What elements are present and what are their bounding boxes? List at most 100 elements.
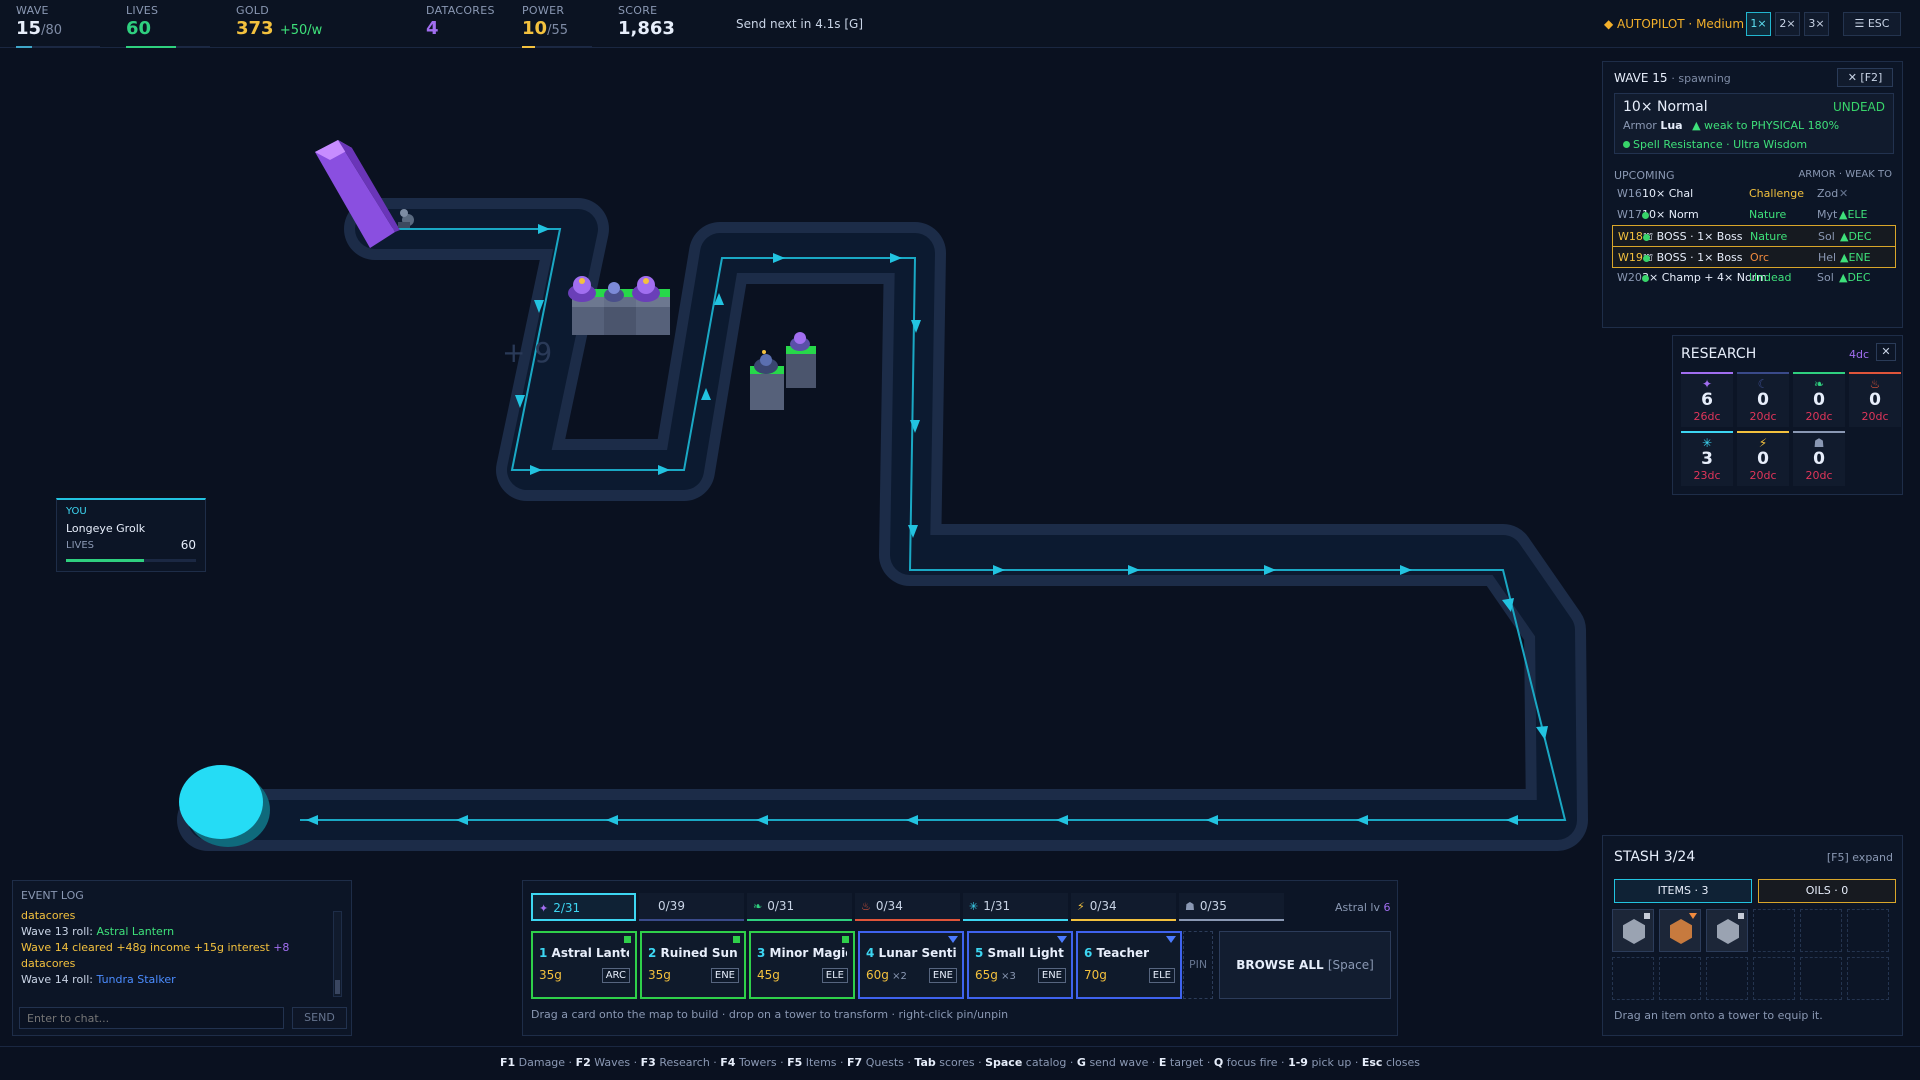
tower-card-hotkey: 2 (648, 946, 657, 960)
leaf-icon: ❧ (1813, 377, 1825, 391)
armor-value: Lua (1660, 119, 1683, 132)
research-item[interactable]: ✦ 6 26dc (1681, 372, 1733, 427)
stash-empty-slot[interactable] (1753, 909, 1795, 952)
research-item[interactable]: ❧ 0 20dc (1793, 372, 1845, 427)
hotkey-key: F7 (847, 1056, 863, 1069)
build-category-tab[interactable]: 0/39 (639, 893, 744, 921)
tower-card[interactable]: 6 Teacher 70g ELE (1076, 931, 1182, 999)
tower-card-multiplier: ×3 (997, 971, 1016, 982)
upcoming-wave-number: W19 (1618, 251, 1643, 264)
event-log-line: Wave 14 roll: Tundra Stalker (21, 972, 331, 988)
player-lives-label: LIVES (66, 540, 95, 551)
event-log-text: Wave 13 roll: (21, 925, 97, 938)
stash-items-tab[interactable]: ITEMS · 3 (1614, 879, 1752, 903)
hotkey-action: Items (805, 1056, 837, 1069)
send-next-timer[interactable]: Send next in 4.1s [G] (736, 17, 863, 31)
hotkey-key: F5 (787, 1056, 803, 1069)
speed-1x-button[interactable]: 1× (1746, 12, 1771, 36)
research-datacores: 4dc (1849, 348, 1870, 361)
stash-oils-tab[interactable]: OILS · 0 (1758, 879, 1896, 903)
research-item[interactable]: ⚡ 0 20dc (1737, 431, 1789, 486)
stash-item-slot[interactable] (1659, 909, 1701, 952)
tower-card[interactable]: 3 Minor Magic 45g ELE (749, 931, 855, 999)
item-gem-icon (1717, 919, 1739, 944)
research-item[interactable]: ☾ 0 20dc (1737, 372, 1789, 427)
speed-3x-button[interactable]: 3× (1804, 12, 1829, 36)
event-log-line: Wave 13 roll: Astral Lantern (21, 924, 331, 940)
current-wave-traits: Spell Resistance · Ultra Wisdom (1623, 138, 1807, 151)
score-stat: SCORE 1,863 (618, 4, 675, 39)
build-category-tab[interactable]: ⚡ 0/34 (1071, 893, 1176, 921)
player-lives-value: 60 (180, 538, 196, 552)
hotkey-hint: G send wave (1077, 1056, 1149, 1069)
tower-card-cost: 70g (1084, 968, 1107, 982)
research-cost: 20dc (1805, 469, 1833, 482)
upcoming-wave-row[interactable]: W18 ⛫ BOSS · 1× Boss Nature Sol ▲DEC (1612, 225, 1896, 247)
upcoming-wave-number: W17 (1617, 208, 1642, 221)
tower-card-cost: 65g (975, 968, 998, 982)
astral-level: Astral lv 6 (1335, 901, 1390, 914)
tower-card[interactable]: 1 Astral Lantern 35g ARC (531, 931, 637, 999)
stash-item-slot[interactable] (1612, 909, 1654, 952)
stash-empty-slot[interactable] (1753, 957, 1795, 1000)
build-category-tab[interactable]: ✳ 1/31 (963, 893, 1068, 921)
anvil-icon: ☗ (1813, 436, 1825, 450)
upcoming-wave-armor: Hel (1818, 251, 1837, 264)
build-category-tab[interactable]: ☗ 0/35 (1179, 893, 1284, 921)
event-log-scrollbar[interactable] (333, 911, 342, 997)
trait-dot-icon (1623, 141, 1630, 148)
stash-item-slot[interactable] (1706, 909, 1748, 952)
hotkey-action: Damage (518, 1056, 566, 1069)
hotkey-action: focus fire (1226, 1056, 1278, 1069)
speed-2x-button[interactable]: 2× (1775, 12, 1800, 36)
menu-button[interactable]: ☰ ESC (1843, 12, 1901, 36)
tower-card[interactable]: 5 Small Light 65g ×3 ENE (967, 931, 1073, 999)
stash-empty-slot[interactable] (1659, 957, 1701, 1000)
tower-card-hotkey: 3 (757, 946, 766, 960)
tower-card-cost: 45g (757, 968, 780, 982)
stash-empty-slot[interactable] (1847, 957, 1889, 1000)
pin-slot[interactable]: PIN (1183, 931, 1213, 999)
hotkey-action: pick up (1311, 1056, 1352, 1069)
tower-card-type: ARC (601, 968, 630, 983)
upcoming-wave-row[interactable]: W17 10× Norm Nature Myt ▲ELE (1612, 204, 1896, 226)
current-wave-type: UNDEAD (1832, 100, 1885, 114)
build-category-tab[interactable]: ♨ 0/34 (855, 893, 960, 921)
upcoming-wave-row[interactable]: W16 10× Chal Challenge Zod ✕ (1612, 183, 1896, 205)
autopilot-toggle[interactable]: ◆ AUTOPILOT · Medium (1604, 17, 1744, 31)
tower-group-1[interactable] (568, 276, 670, 335)
tower-card-name: 5 Small Light (975, 946, 1065, 960)
upcoming-wave-row[interactable]: W20 3× Champ + 4× Norm Undead Sol ▲DEC (1612, 267, 1896, 289)
stash-empty-slot[interactable] (1800, 909, 1842, 952)
tower-card-price: 70g (1084, 968, 1107, 982)
stash-expand-button[interactable]: [F5] expand (1827, 851, 1893, 864)
event-log-line: datacores (21, 956, 331, 972)
stash-empty-slot[interactable] (1800, 957, 1842, 1000)
chat-send-button[interactable]: SEND (292, 1007, 347, 1029)
wave-panel-title: WAVE 15 (1614, 71, 1668, 85)
stash-empty-slot[interactable] (1847, 909, 1889, 952)
hotkey-key: F1 (499, 1056, 516, 1069)
research-item[interactable]: ♨ 0 20dc (1849, 372, 1901, 427)
build-category-tab[interactable]: ❧ 0/31 (747, 893, 852, 921)
stash-empty-slot[interactable] (1612, 957, 1654, 1000)
stash-empty-slot[interactable] (1706, 957, 1748, 1000)
event-log: EVENT LOG datacores Wave 13 roll: Astral … (12, 880, 352, 1036)
research-item[interactable]: ☗ 0 20dc (1793, 431, 1845, 486)
chat-input[interactable] (19, 1007, 284, 1029)
research-item[interactable]: ✳ 3 23dc (1681, 431, 1733, 486)
tower-card[interactable]: 2 Ruined Sun 35g ENE (640, 931, 746, 999)
upcoming-wave-name: ⛫ BOSS · 1× Boss (1643, 230, 1743, 245)
tower-card-hotkey: 5 (975, 946, 984, 960)
tower-group-2[interactable] (750, 332, 816, 410)
build-tab-count: 1/31 (983, 899, 1011, 913)
research-close-button[interactable]: ✕ (1876, 343, 1896, 361)
hotkey-action: closes (1385, 1056, 1421, 1069)
browse-all-button[interactable]: BROWSE ALL [Space] (1219, 931, 1391, 999)
upcoming-wave-row[interactable]: W19 ⛫ BOSS · 1× Boss Orc Hel ▲ENE (1612, 246, 1896, 268)
wave-panel-close-button[interactable]: ✕ [F2] (1837, 68, 1893, 87)
tower-card[interactable]: 4 Lunar Sentinel 60g ×2 ENE (858, 931, 964, 999)
build-category-tab[interactable]: ✦ 2/31 (531, 893, 636, 921)
rarity-triangle-icon (1057, 936, 1067, 943)
upcoming-wave-weakness: ▲ENE (1840, 251, 1871, 264)
